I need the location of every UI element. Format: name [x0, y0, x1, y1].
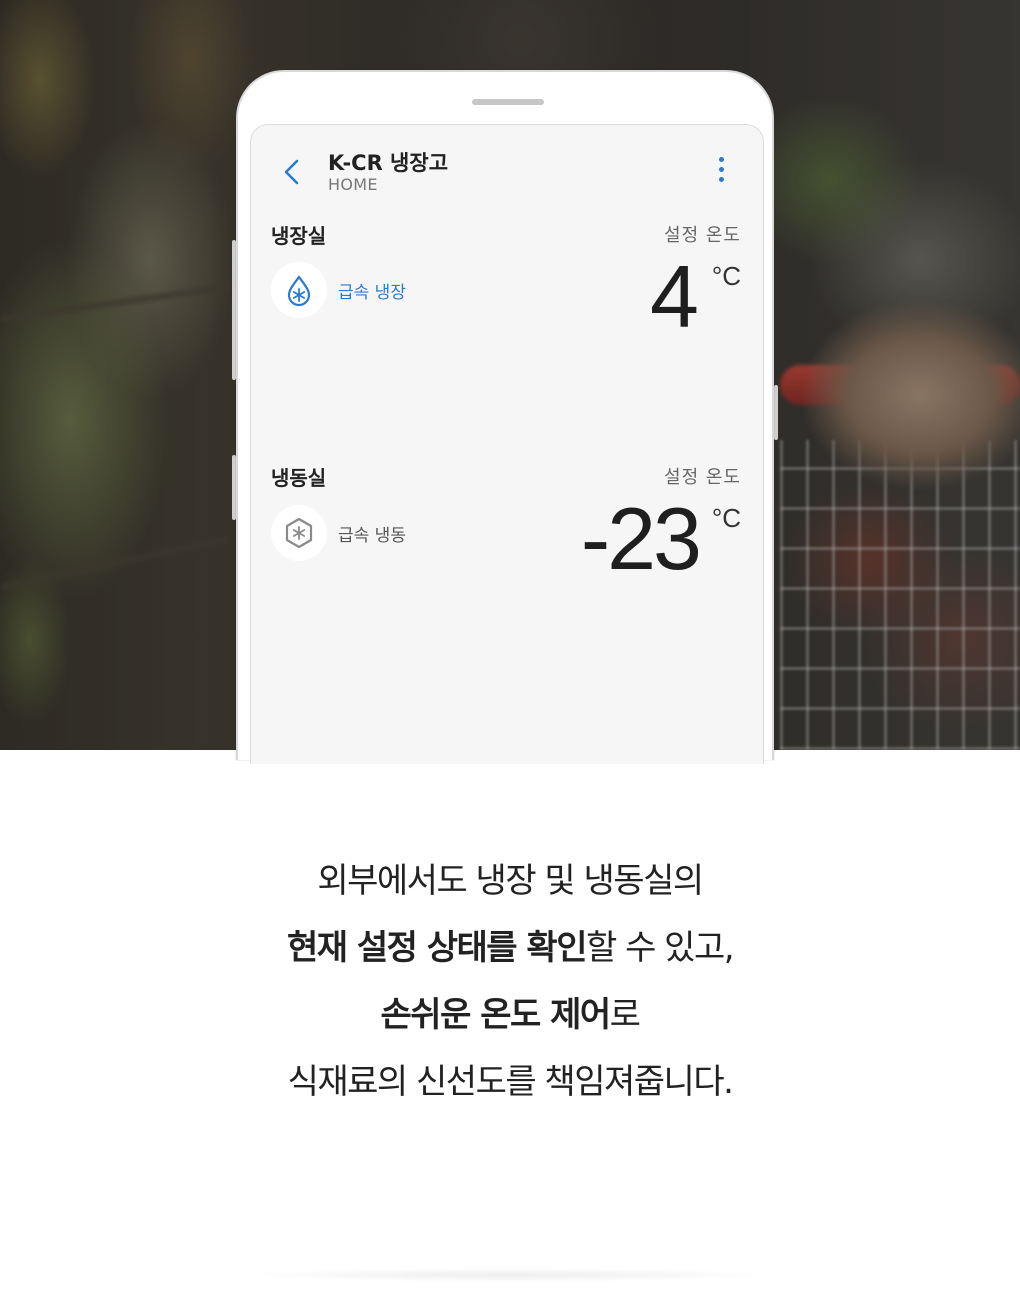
phone-speaker	[472, 99, 544, 105]
caption-line-2: 현재 설정 상태를 확인할 수 있고,	[0, 915, 1020, 982]
fridge-mode-label[interactable]: 급속 냉장	[338, 278, 406, 303]
caption-line-3: 손쉬운 온도 제어로	[0, 982, 1020, 1049]
freezer-quick-freeze-button[interactable]	[271, 505, 327, 561]
chevron-left-icon	[284, 159, 299, 185]
caption-line-1: 외부에서도 냉장 및 냉동실의	[317, 861, 704, 901]
freezer-set-temp-label: 설정 온도	[664, 467, 741, 488]
caption-line-3-rest: 로	[609, 995, 641, 1035]
caption: 외부에서도 냉장 및 냉동실의 현재 설정 상태를 확인할 수 있고, 손쉬운 …	[0, 848, 1020, 1116]
caption-line-2-rest: 할 수 있고,	[585, 928, 735, 968]
shelf-edge	[0, 284, 230, 322]
shelf-edge	[1, 536, 229, 590]
hexagon-snowflake-icon	[285, 517, 313, 549]
fridge-set-temp-label: 설정 온도	[664, 225, 741, 246]
more-options-button[interactable]	[715, 157, 727, 187]
freezer-mode-label[interactable]: 급속 냉동	[338, 521, 406, 546]
freezer-temperature: -23	[580, 489, 702, 588]
freezer-temp-unit: °C	[711, 503, 741, 533]
back-button[interactable]	[281, 159, 303, 185]
more-vert-icon	[718, 157, 724, 162]
bottom-shadow	[240, 1268, 780, 1282]
freezer-section-title: 냉동실	[271, 466, 327, 490]
water-drop-snowflake-icon	[287, 275, 311, 307]
hand	[805, 300, 1020, 500]
app-screen: K-CR 냉장고 HOME 냉장실 설정 온도 급속 냉장 4 °C 냉동실 설…	[250, 124, 764, 764]
caption-line-2-bold: 현재 설정 상태를 확인	[286, 928, 588, 968]
app-title: K-CR 냉장고	[328, 151, 449, 175]
fridge-temperature: 4	[650, 247, 699, 346]
caption-line-4: 식재료의 신선도를 책임져줍니다.	[287, 1062, 734, 1102]
fridge-quick-cool-button[interactable]	[271, 262, 327, 318]
caption-line-3-bold: 손쉬운 온도 제어	[380, 995, 612, 1035]
phone-power-button	[774, 385, 778, 440]
app-subtitle: HOME	[328, 175, 378, 194]
phone-mockup: K-CR 냉장고 HOME 냉장실 설정 온도 급속 냉장 4 °C 냉동실 설…	[236, 70, 774, 764]
fridge-section-title: 냉장실	[271, 224, 327, 248]
fridge-temp-unit: °C	[711, 261, 741, 291]
